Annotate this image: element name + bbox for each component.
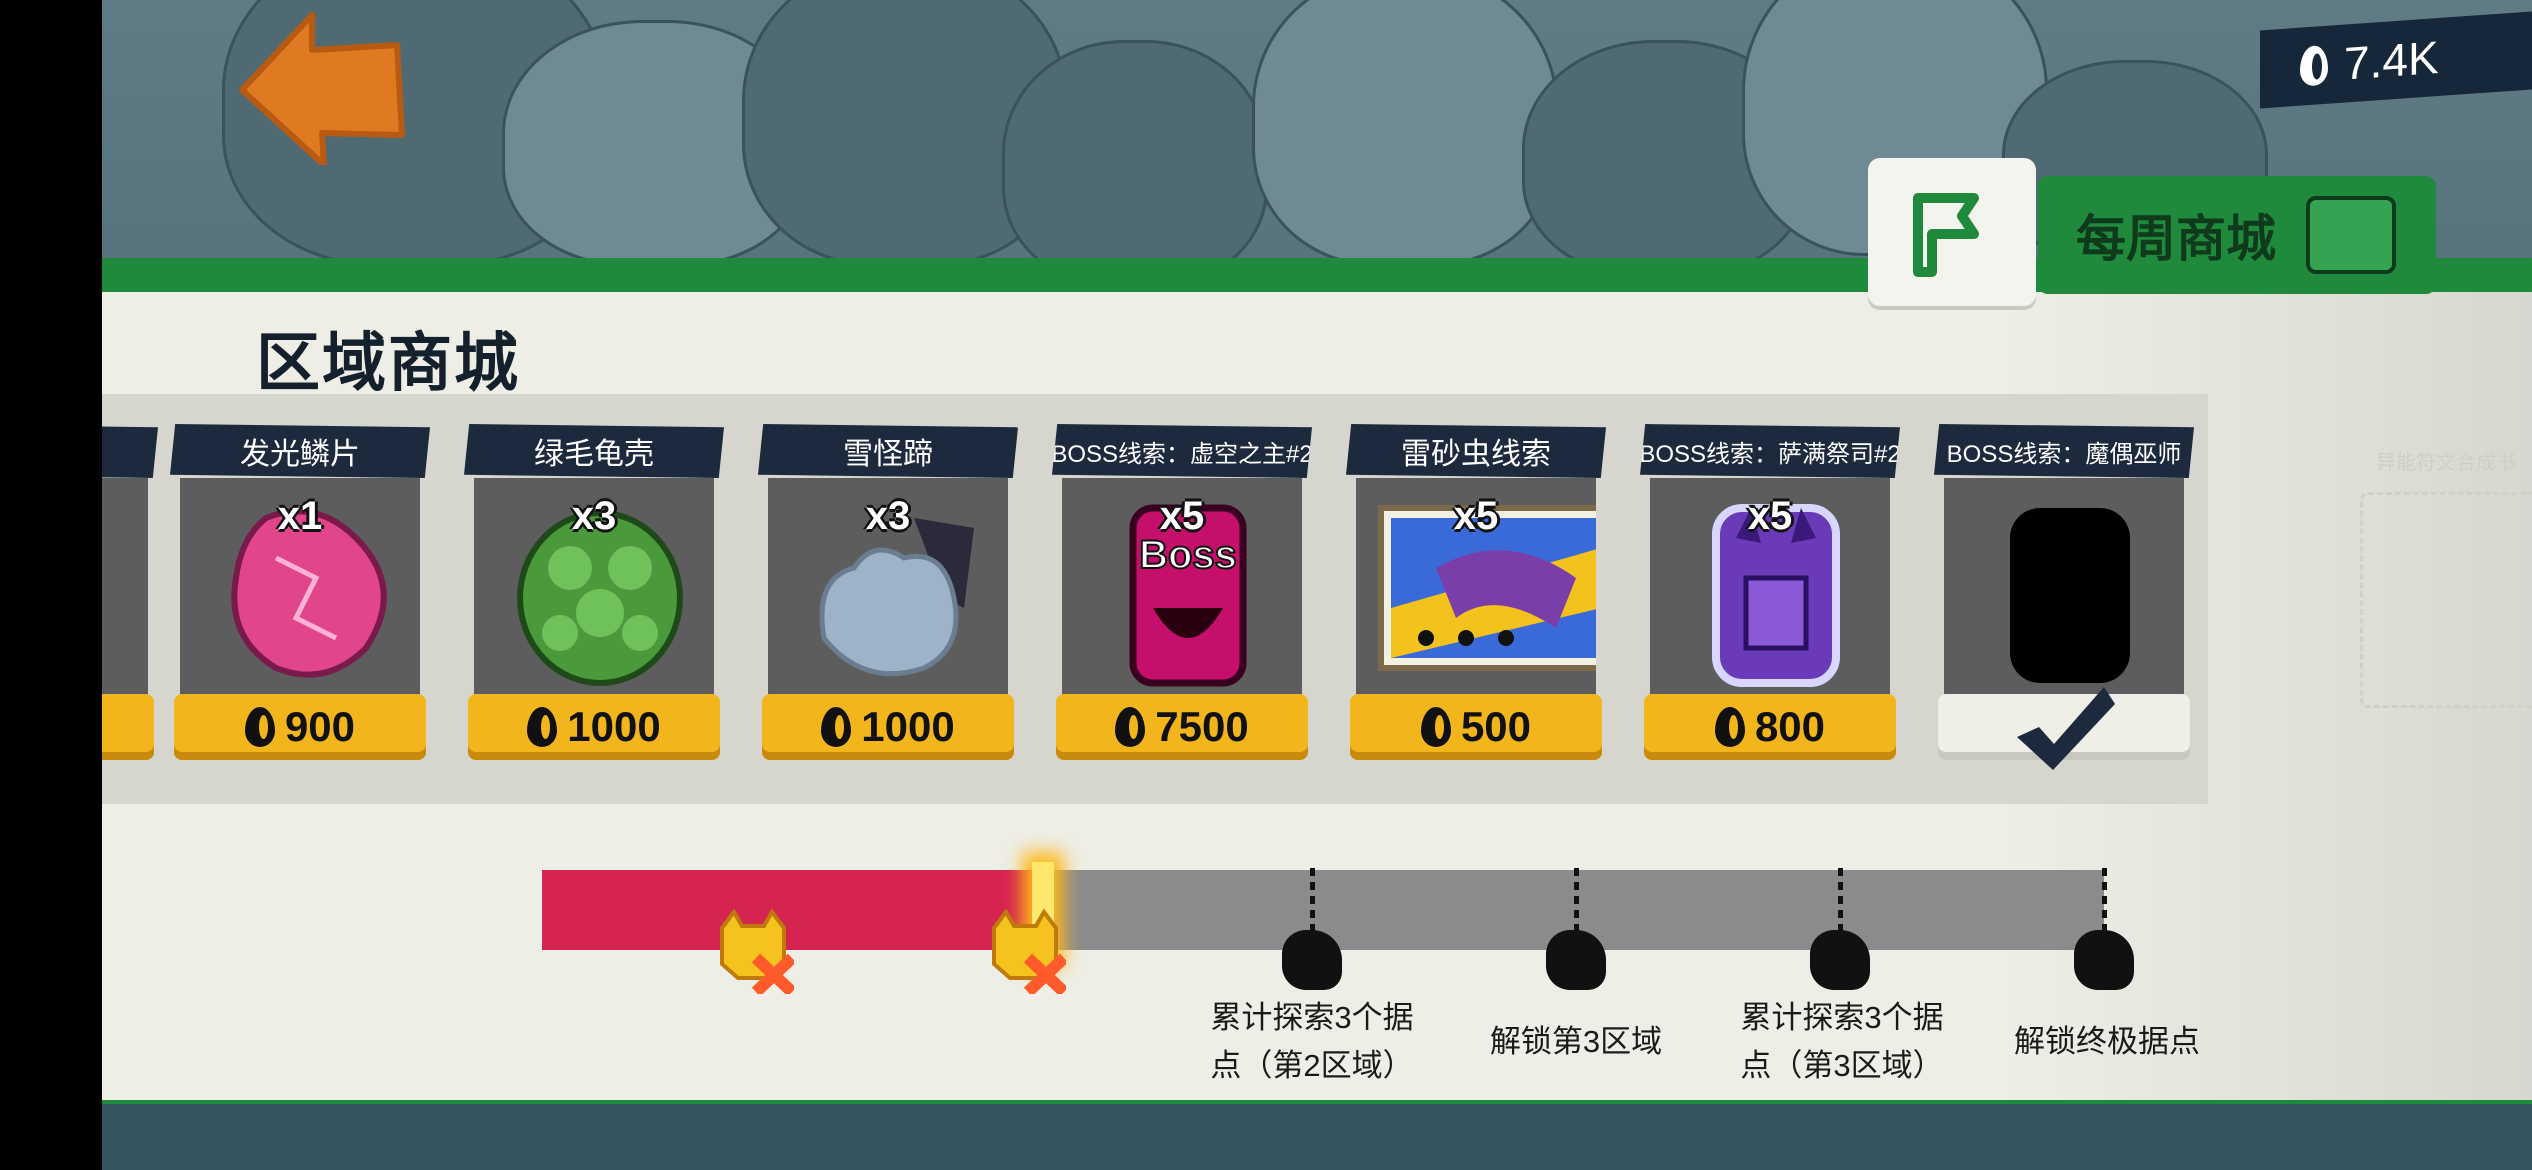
currency-amount: 7.4K [2344, 30, 2439, 90]
item-quantity: x5 [1159, 494, 1205, 538]
shop-item-card[interactable]: 发光鳞片 x1 900 [170, 424, 430, 764]
skull-reward-icon [720, 908, 794, 994]
coin-icon [1420, 707, 1451, 747]
tab-region-shop[interactable] [1868, 158, 2036, 306]
tab-weekly-shop[interactable]: 每周商城 [2038, 176, 2436, 294]
item-price: 7500 [1155, 703, 1249, 750]
item-name: 雷砂虫线索 [1346, 424, 1606, 478]
price-button[interactable]: 500 [1350, 694, 1602, 760]
item-name: BOSS线索：魔偶巫师 [1934, 424, 2194, 478]
background-rock [1002, 40, 1268, 286]
milestone-marker [1574, 868, 1579, 932]
milestone-label: 累计探索3个据 点（第2区域） [1210, 1000, 1414, 1083]
milestone-label: 解锁第3区域 [1489, 1024, 1663, 1059]
milestone-lock-icon [1282, 930, 1342, 990]
item-price: 500 [1460, 703, 1532, 750]
game-screen: 7.4K 每周商城 区域商城 发光鳞片 x1 900 绿毛龟壳 x3 1000 … [102, 0, 2532, 1170]
price-button[interactable]: 1000 [468, 694, 720, 760]
flag-icon [1913, 193, 1979, 277]
item-name-partial [102, 424, 158, 478]
shop-item-card[interactable]: 雪怪蹄 x3 1000 [758, 424, 1018, 764]
coin-icon [1115, 707, 1146, 747]
back-arrow-icon [239, 12, 405, 168]
item-price: 1000 [861, 703, 955, 750]
milestone-shirt-icon [1810, 930, 1870, 990]
item-name: 雪怪蹄 [758, 424, 1018, 478]
item-quantity: x5 [1453, 494, 1499, 538]
price-button[interactable]: 800 [1644, 694, 1896, 760]
coin-icon [1714, 707, 1745, 747]
chest-monster-icon [2306, 196, 2396, 274]
item-shelf: 发光鳞片 x1 900 绿毛龟壳 x3 1000 雪怪蹄 x3 1000 BOS… [102, 394, 2208, 804]
item-image-box [1944, 478, 2184, 698]
side-hint-box [2360, 492, 2532, 708]
milestone-label: 累计探索3个据 点（第3区域） [1740, 1000, 1944, 1083]
background-rock [1252, 0, 1558, 266]
coin-icon [527, 707, 558, 747]
shop-item-card-owned[interactable]: BOSS线索：魔偶巫师 [1934, 424, 2194, 770]
item-quantity: x3 [571, 494, 617, 538]
milestone-marker [1310, 868, 1315, 932]
bottom-background [102, 1104, 2532, 1170]
milestone-map-icon [1546, 930, 1606, 990]
item-name: BOSS线索：虚空之主#2 [1052, 424, 1312, 478]
coin-icon [244, 707, 275, 747]
price-button[interactable]: 1000 [762, 694, 1014, 760]
milestone-marker [2102, 868, 2107, 932]
page-title: 区域商城 [256, 327, 520, 399]
back-button[interactable] [232, 5, 412, 168]
price-button[interactable]: 900 [174, 694, 426, 760]
milestone-bomb-icon [2074, 930, 2134, 990]
item-price: 800 [1754, 703, 1826, 750]
side-hint-label: 异能符文合成书 [2376, 452, 2516, 474]
item-quantity: x3 [865, 494, 911, 538]
shop-item-card[interactable]: BOSS线索：虚空之主#2 Boss x5 7500 [1052, 424, 1312, 764]
item-name: 发光鳞片 [170, 424, 430, 478]
shop-item-card-partial[interactable] [102, 424, 158, 764]
shop-item-card[interactable]: BOSS线索：萨满祭司#2 x5 800 [1640, 424, 1900, 764]
shop-item-card[interactable]: 雷砂虫线索 x5 500 [1346, 424, 1606, 764]
boss-text: Boss [1139, 533, 1237, 577]
price-button-partial[interactable] [102, 694, 154, 760]
price-button[interactable]: 7500 [1056, 694, 1308, 760]
skull-reward-icon [992, 908, 1066, 994]
checkmark-icon [2017, 687, 2115, 770]
milestone-label: 解锁终极据点 [2014, 1024, 2200, 1059]
item-name: BOSS线索：萨满祭司#2 [1640, 424, 1900, 478]
coin-icon [2300, 44, 2328, 87]
locked-silhouette-icon [2010, 508, 2130, 683]
item-name: 绿毛龟壳 [464, 424, 724, 478]
item-price: 900 [284, 703, 356, 750]
shop-item-card[interactable]: 绿毛龟壳 x3 1000 [464, 424, 724, 764]
item-image-box [102, 478, 148, 698]
currency-counter: 7.4K [2260, 9, 2532, 109]
item-price: 1000 [567, 703, 661, 750]
item-quantity: x1 [277, 494, 323, 538]
owned-indicator [1938, 687, 2190, 770]
tab-weekly-label: 每周商城 [2076, 211, 2276, 267]
coin-icon [821, 707, 852, 747]
item-quantity: x5 [1747, 494, 1793, 538]
milestone-marker [1838, 868, 1843, 932]
